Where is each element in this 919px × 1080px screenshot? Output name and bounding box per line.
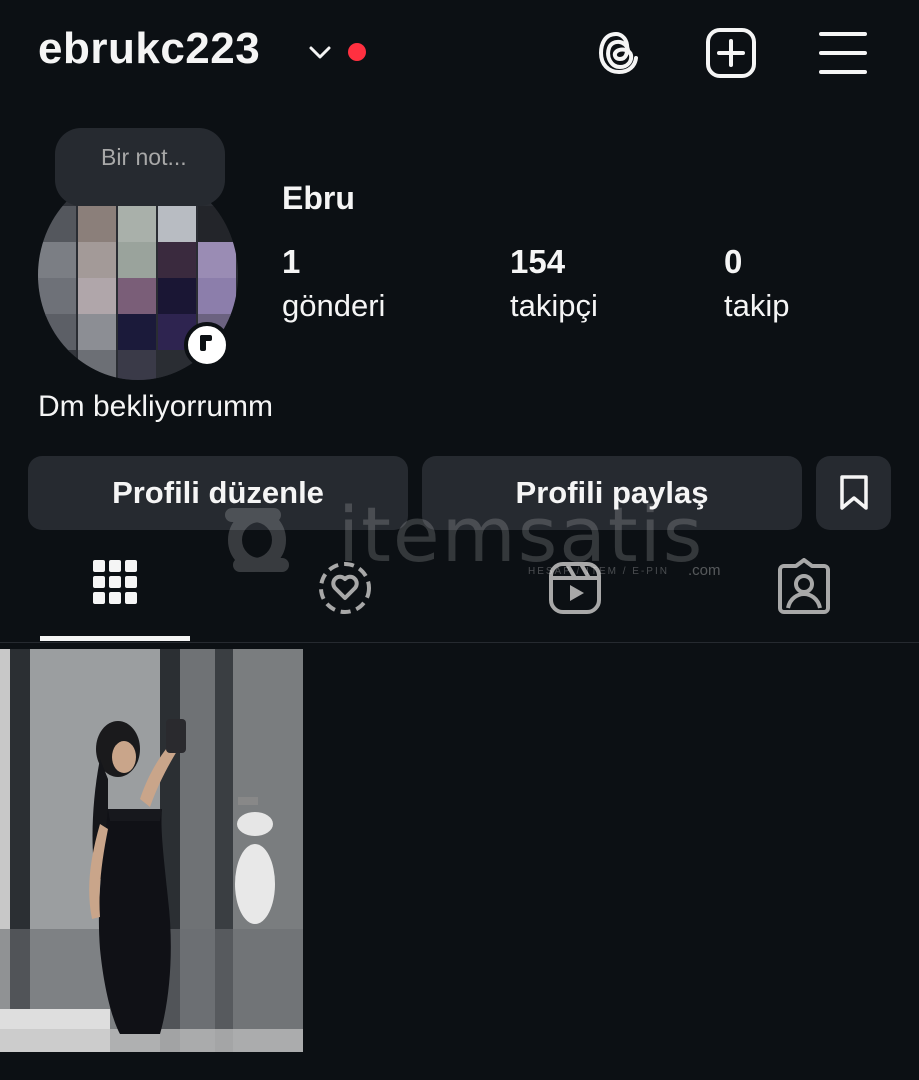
- avatar-pixel: [38, 314, 76, 352]
- avatar-pixel: [198, 242, 236, 280]
- posts-count[interactable]: 1: [282, 243, 300, 281]
- tab-tagged[interactable]: [774, 558, 834, 618]
- bookmark-icon: [839, 475, 868, 510]
- posts-label[interactable]: gönderi: [282, 288, 385, 324]
- avatar-pixel: [158, 206, 196, 244]
- post-thumbnail[interactable]: [0, 649, 303, 1052]
- profile-username[interactable]: ebrukc223: [38, 24, 260, 74]
- notification-dot: [348, 43, 366, 61]
- following-label[interactable]: takip: [724, 288, 789, 324]
- avatar-pixel: [78, 350, 116, 380]
- tab-grid[interactable]: [85, 558, 145, 618]
- create-post-icon[interactable]: [704, 26, 758, 80]
- avatar-pixel: [38, 278, 76, 316]
- avatar-pixel: [78, 242, 116, 280]
- saved-button[interactable]: [816, 456, 891, 530]
- facebook-badge-icon: [184, 322, 230, 368]
- followers-count[interactable]: 154: [510, 243, 565, 281]
- profile-full-name: Ebru: [282, 180, 355, 216]
- watermark-logo-icon: [225, 508, 289, 572]
- avatar-pixel: [118, 206, 156, 244]
- avatar-pixel: [38, 350, 76, 380]
- avatar-pixel: [158, 278, 196, 316]
- watermark-subtext: HESAP / ITEM / E-PIN: [528, 566, 669, 577]
- avatar-pixel: [118, 278, 156, 316]
- active-tab-indicator: [40, 636, 190, 641]
- note-bubble[interactable]: Bir not...: [55, 128, 225, 206]
- avatar-pixel: [78, 278, 116, 316]
- avatar-pixel: [78, 206, 116, 244]
- avatar-pixel: [198, 278, 236, 316]
- avatar-pixel: [78, 314, 116, 352]
- avatar-pixel: [118, 314, 156, 352]
- avatar-pixel: [38, 242, 76, 280]
- avatar-pixel: [198, 206, 236, 244]
- note-placeholder: Bir not...: [101, 144, 187, 170]
- threads-icon[interactable]: [592, 26, 646, 80]
- avatar-pixel: [118, 242, 156, 280]
- followers-label[interactable]: takipçi: [510, 288, 598, 324]
- avatar-pixel: [38, 206, 76, 244]
- watermark-suffix: .com: [688, 562, 721, 579]
- grid-icon: [93, 560, 137, 604]
- tab-divider: [0, 642, 919, 643]
- following-count[interactable]: 0: [724, 243, 742, 281]
- avatar-pixel: [118, 350, 156, 380]
- tagged-icon: [778, 558, 830, 614]
- menu-icon[interactable]: [816, 26, 870, 80]
- chevron-down-icon[interactable]: [305, 38, 335, 68]
- avatar-pixel: [158, 242, 196, 280]
- profile-bio: Dm bekliyorrumm: [38, 390, 274, 423]
